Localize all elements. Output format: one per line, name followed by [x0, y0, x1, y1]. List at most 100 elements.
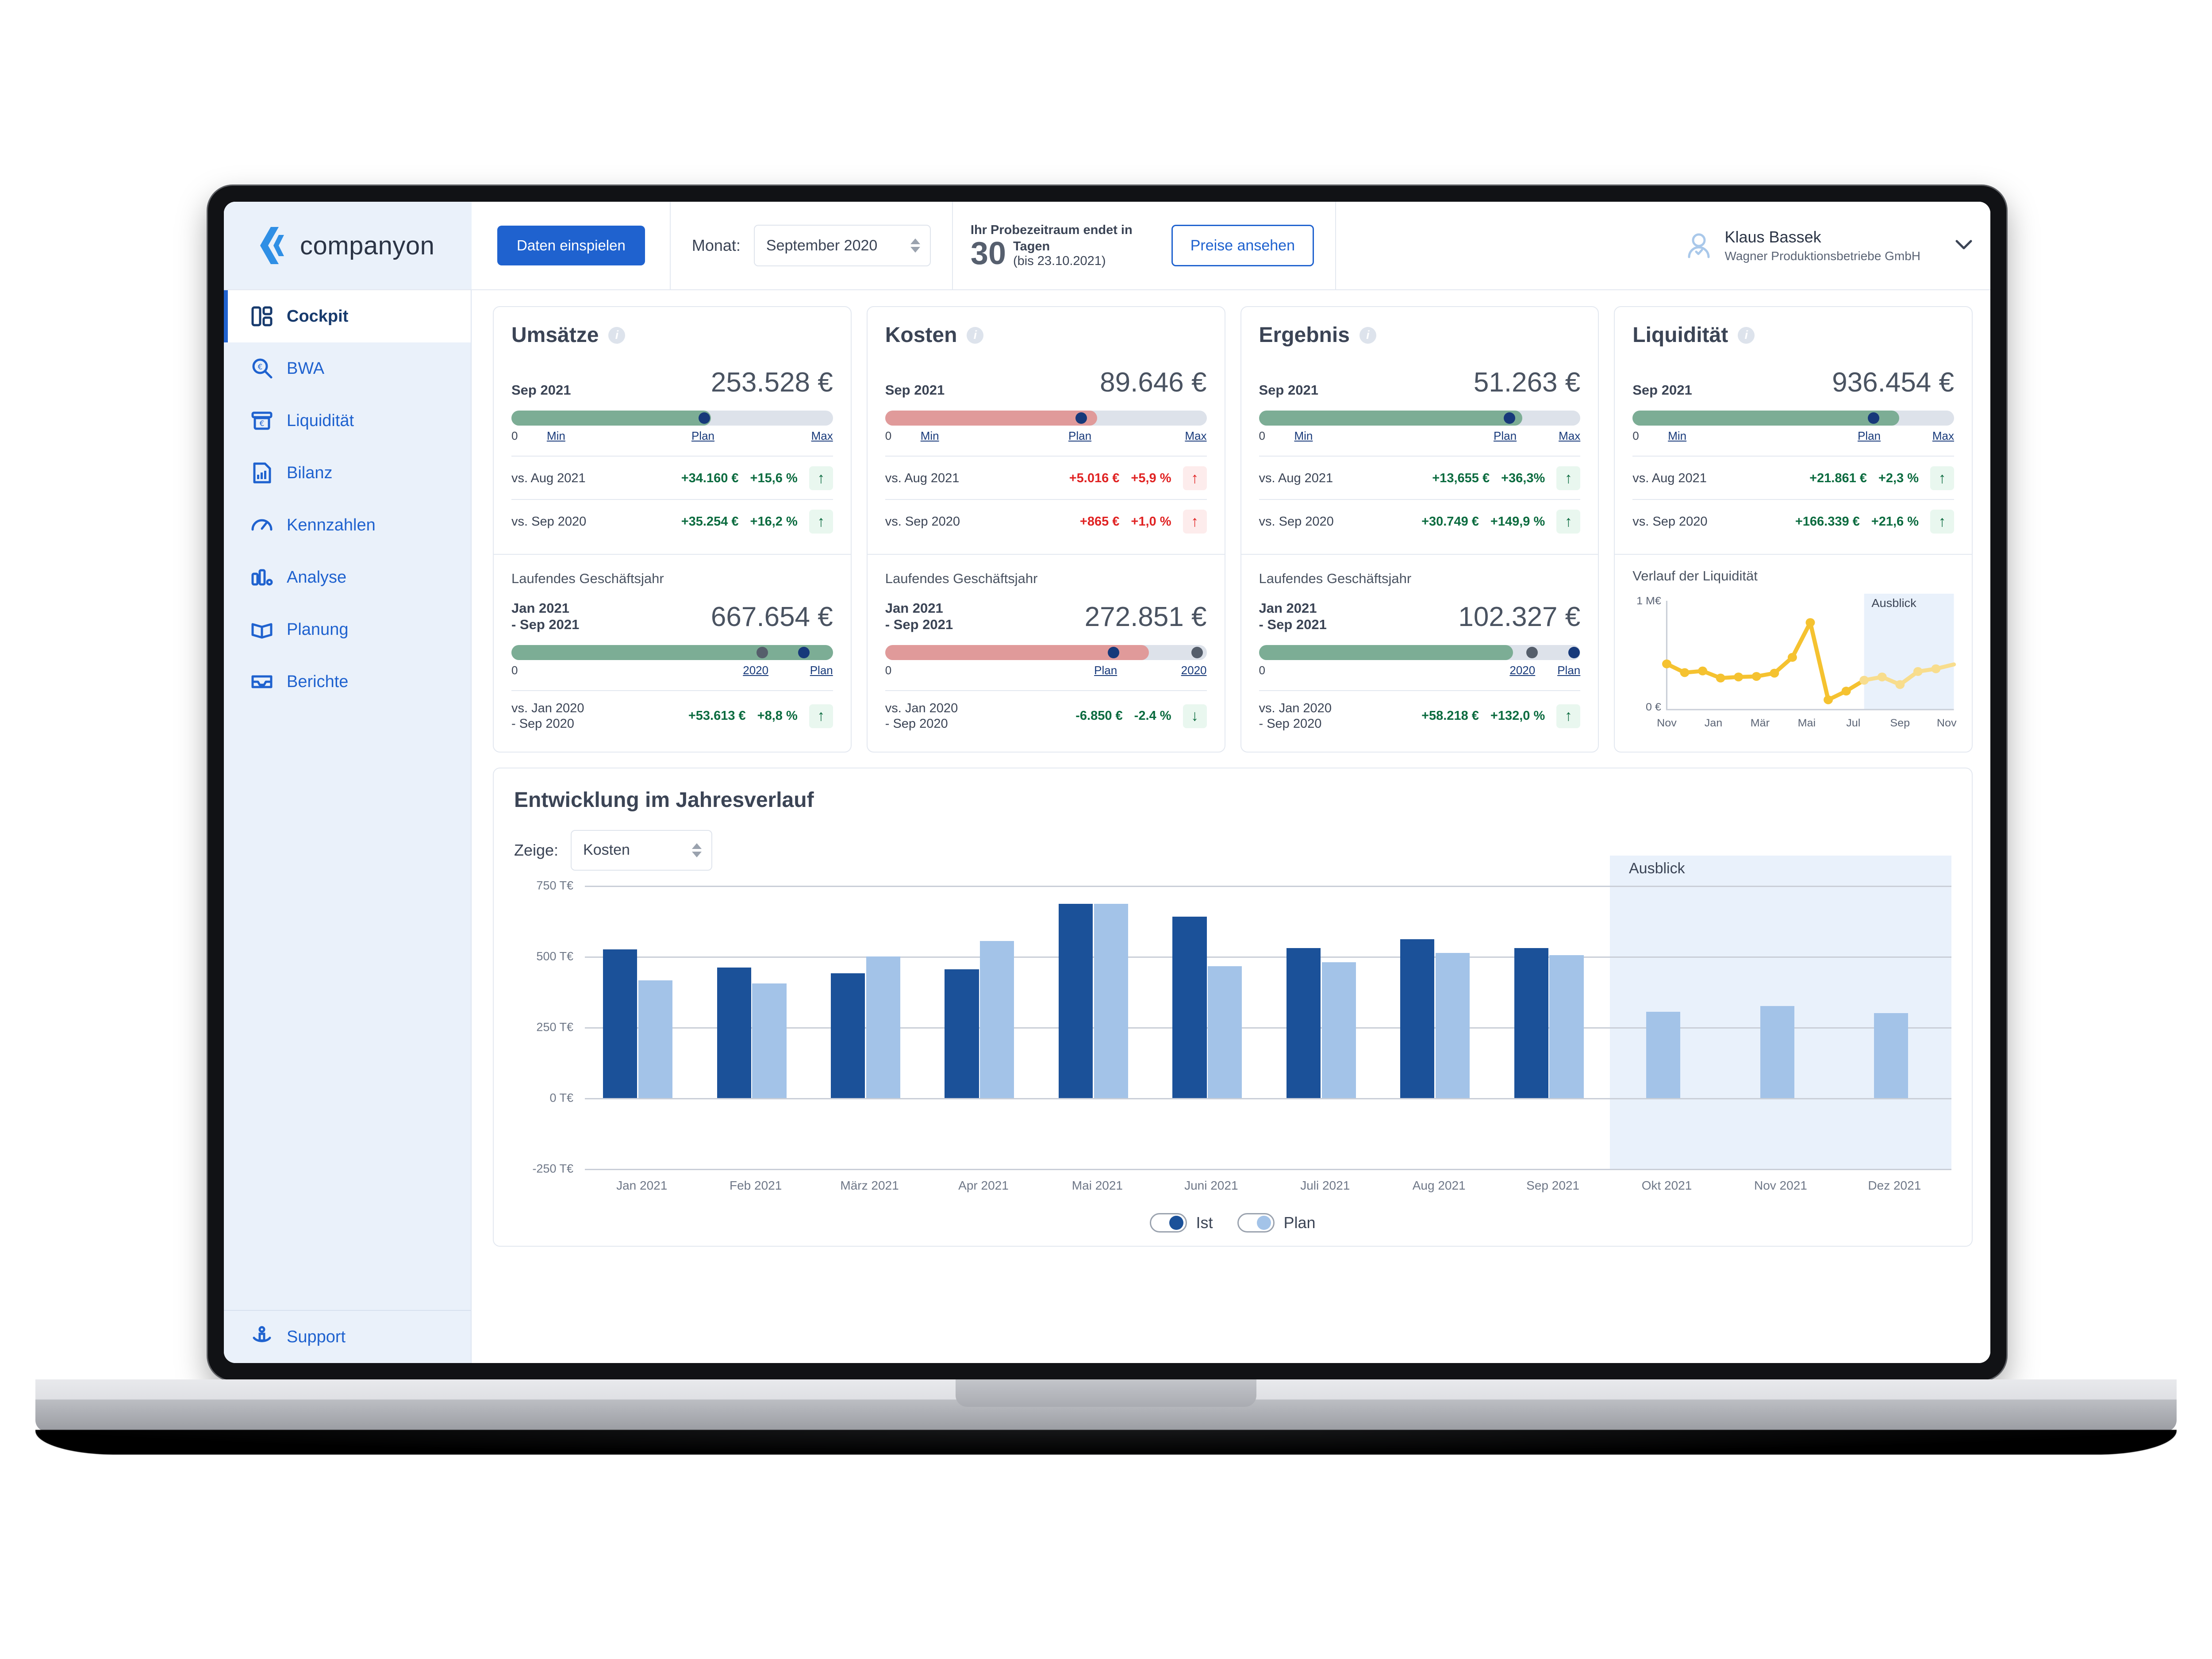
- sparkline-point: [1824, 695, 1833, 704]
- sparkline-title: Verlauf der Liquidität: [1632, 568, 1758, 584]
- sparkline-point: [1734, 672, 1743, 682]
- x-tick-label: Juli 2021: [1300, 1178, 1350, 1192]
- scale-plan[interactable]: Plan: [1494, 429, 1517, 443]
- sidebar-item-label: Planung: [287, 620, 349, 639]
- info-icon[interactable]: i: [1738, 326, 1755, 344]
- scale-plan[interactable]: Plan: [1557, 664, 1580, 677]
- x-tick-label: Juni 2021: [1184, 1178, 1238, 1192]
- trend-arrow-up-icon: ↑: [1556, 704, 1581, 728]
- sidebar-item-cockpit[interactable]: Cockpit: [224, 290, 471, 342]
- scale-plan[interactable]: Plan: [1094, 664, 1117, 677]
- main-content: Umsätze i Sep 2021 253.528 € 0 Min Plan …: [472, 290, 1990, 1363]
- scale-max[interactable]: Max: [1932, 429, 1954, 443]
- scale-plan[interactable]: Plan: [691, 429, 714, 443]
- comparison-label: vs. Aug 2021: [885, 471, 960, 485]
- legend-toggle-plan[interactable]: Plan: [1237, 1213, 1316, 1233]
- comparison-absolute: +30.749 €: [1421, 514, 1479, 529]
- comparison-label: vs. Sep 2020: [1259, 514, 1334, 529]
- brand-logo[interactable]: companyon: [224, 202, 472, 289]
- dashboard-icon: [250, 305, 273, 328]
- chart-metric-select[interactable]: Kosten: [571, 830, 713, 871]
- scale-min[interactable]: Min: [921, 429, 939, 443]
- info-icon[interactable]: i: [608, 326, 626, 344]
- scale-zero: 0: [1632, 429, 1639, 442]
- section-subtitle: Laufendes Geschäftsjahr: [1259, 571, 1412, 586]
- chart-bar-group: [813, 886, 926, 1169]
- sidebar-item-support[interactable]: Support: [224, 1310, 471, 1363]
- stepper-arrows-icon[interactable]: [910, 238, 920, 253]
- inbox-tray-icon: [250, 670, 273, 693]
- sidebar-item-berichte[interactable]: Berichte: [224, 656, 471, 708]
- scale-max[interactable]: Max: [1185, 429, 1206, 443]
- scale-max[interactable]: Max: [811, 429, 833, 443]
- laptop-device-mockup: companyon Daten einspielen Monat: Septem…: [0, 0, 2212, 1659]
- scale-plan[interactable]: Plan: [1068, 429, 1091, 443]
- scale-min[interactable]: Min: [547, 429, 565, 443]
- sidebar-item-analyse[interactable]: Analyse: [224, 551, 471, 603]
- chart-bar-group: [1838, 886, 1951, 1169]
- previous-year-marker: [1526, 647, 1538, 659]
- sidebar-item-bilanz[interactable]: Bilanz: [224, 447, 471, 499]
- kpi-value: 272.851 €: [1084, 602, 1207, 633]
- toggle-switch[interactable]: [1237, 1213, 1275, 1233]
- trend-arrow-up-icon: ↑: [1556, 466, 1581, 490]
- body: Cockpit € BWA € Liquidität Bilanz Kennza…: [224, 290, 1990, 1363]
- trial-end-date: (bis 23.10.2021): [1013, 253, 1106, 268]
- sidebar-item-bwa[interactable]: € BWA: [224, 342, 471, 395]
- card-title: Ergebnis: [1259, 323, 1350, 347]
- trend-arrow-up-icon: ↑: [1183, 510, 1207, 534]
- comparison-label: vs. Sep 2020: [885, 514, 960, 529]
- scale-min[interactable]: Min: [1668, 429, 1686, 443]
- progress-gauge: [885, 645, 1207, 661]
- scale-prev-year[interactable]: 2020: [743, 664, 768, 677]
- sparkline-point: [1770, 668, 1779, 678]
- bar-plan: [1760, 1006, 1794, 1098]
- comparison-row: vs. Aug 2021 +13,655 € +36,3% ↑: [1259, 456, 1581, 499]
- sparkline-point: [1752, 672, 1761, 681]
- period-label: Sep 2021: [885, 382, 945, 398]
- scale-plan[interactable]: Plan: [810, 664, 833, 677]
- chevron-down-icon[interactable]: [1955, 239, 1973, 253]
- y-tick-label: 500 T€: [536, 949, 573, 963]
- scale-min[interactable]: Min: [1294, 429, 1313, 443]
- chart-control-label: Zeige:: [514, 841, 559, 859]
- sidebar-item-planung[interactable]: Planung: [224, 603, 471, 656]
- legend-label: Ist: [1196, 1213, 1213, 1232]
- plan-marker: [1868, 412, 1880, 424]
- kpi-value: 102.327 €: [1458, 602, 1581, 633]
- legend-toggle-ist[interactable]: Ist: [1150, 1213, 1213, 1233]
- info-icon[interactable]: i: [967, 326, 984, 344]
- comparison-percent: +1,0 %: [1131, 514, 1171, 529]
- bar-chart-icon: [250, 566, 273, 589]
- bar-plan: [638, 980, 673, 1098]
- bar-plan: [1646, 1011, 1681, 1098]
- sparkline-y-tick-label: 0 €: [1646, 701, 1661, 713]
- scale-zero: 0: [1259, 429, 1265, 442]
- scale-plan[interactable]: Plan: [1858, 429, 1881, 443]
- plan-marker: [1107, 647, 1119, 659]
- chart-bar-group: [1268, 886, 1382, 1169]
- sidebar-item-kennzahlen[interactable]: Kennzahlen: [224, 499, 471, 551]
- card-title: Liquidität: [1632, 323, 1728, 347]
- view-pricing-button[interactable]: Preise ansehen: [1171, 225, 1314, 266]
- bar-ist: [717, 968, 751, 1098]
- scale-max[interactable]: Max: [1559, 429, 1580, 443]
- companyon-logo-icon: [251, 225, 288, 266]
- stepper-arrows-icon[interactable]: [692, 843, 702, 857]
- scale-prev-year[interactable]: 2020: [1509, 664, 1535, 677]
- bar-ist: [603, 949, 637, 1098]
- month-select[interactable]: September 2020: [753, 225, 931, 266]
- plan-marker: [1504, 412, 1516, 424]
- import-data-button[interactable]: Daten einspielen: [497, 226, 645, 265]
- trend-arrow-up-icon: ↑: [809, 466, 833, 490]
- sidebar-item-liquiditaet[interactable]: € Liquidität: [224, 395, 471, 447]
- toggle-switch[interactable]: [1150, 1213, 1187, 1233]
- comparison-absolute: +58.218 €: [1421, 709, 1479, 723]
- comparison-label: vs. Jan 2020 - Sep 2020: [885, 701, 958, 731]
- comparison-row: vs. Sep 2020 +865 € +1,0 % ↑: [885, 499, 1207, 542]
- info-icon[interactable]: i: [1359, 326, 1376, 344]
- sidebar-nav: Cockpit € BWA € Liquidität Bilanz Kennza…: [224, 290, 471, 708]
- comparison-row: vs. Sep 2020 +35.254 € +16,2 % ↑: [511, 499, 833, 542]
- user-menu[interactable]: Klaus Bassek Wagner Produktionsbetriebe …: [1665, 228, 1990, 263]
- scale-prev-year[interactable]: 2020: [1181, 664, 1207, 677]
